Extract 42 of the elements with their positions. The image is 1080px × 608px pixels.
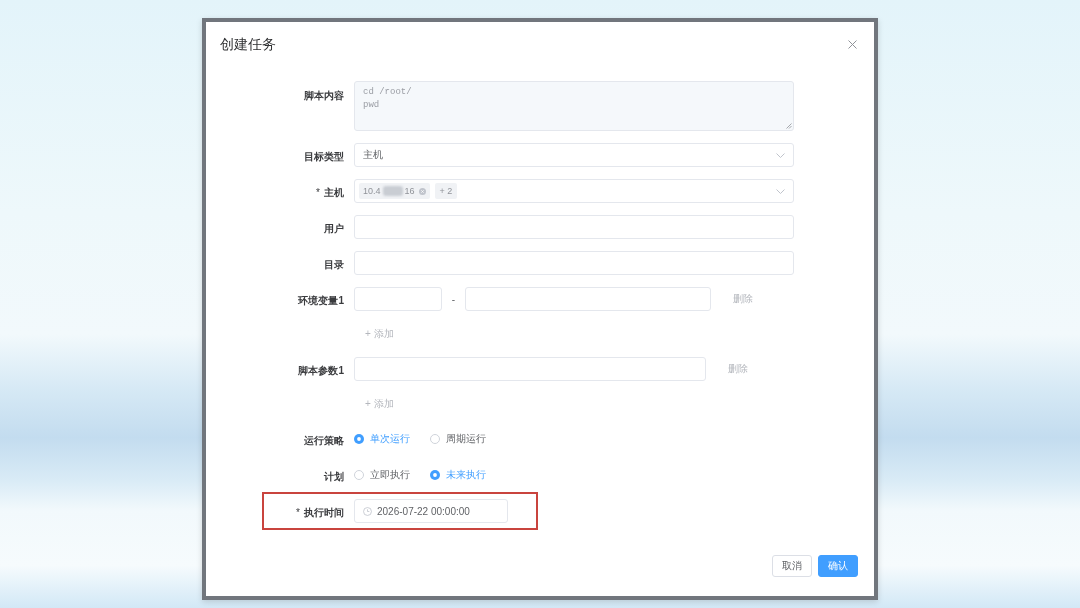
field-label: 运行策略 <box>304 435 344 446</box>
tag-text: 16 <box>404 185 415 198</box>
close-icon[interactable] <box>848 39 857 49</box>
radio-button[interactable] <box>354 434 364 444</box>
radio-label[interactable]: 单次运行 <box>370 432 410 446</box>
chevron-down-icon <box>776 188 785 194</box>
delete-link[interactable]: 删除 <box>733 292 753 306</box>
field-label: 目录 <box>324 259 344 270</box>
delete-link[interactable]: 删除 <box>728 362 748 376</box>
radio-label[interactable]: 未来执行 <box>446 468 486 482</box>
text-input[interactable] <box>354 215 794 239</box>
key-input[interactable] <box>354 287 442 311</box>
radio-button[interactable] <box>354 470 364 480</box>
field-label: 脚本参数1 <box>298 365 344 376</box>
radio-button[interactable] <box>430 434 440 444</box>
field-label: * 主机 <box>316 187 344 198</box>
cancel-button[interactable]: 取消 <box>772 555 812 577</box>
dialog-title: 创建任务 <box>220 35 276 54</box>
clock-icon <box>363 506 372 516</box>
confirm-button[interactable]: 确认 <box>818 555 858 577</box>
datetime-picker[interactable]: 2026-07-22 00:00:00 <box>354 499 508 523</box>
more-count-tag: + 2 <box>434 183 458 199</box>
add-link[interactable]: + 添加 <box>362 327 397 341</box>
tag-close-icon[interactable] <box>418 187 426 195</box>
radio-label[interactable]: 立即执行 <box>370 468 410 482</box>
field-label: 用户 <box>324 223 344 234</box>
field-label: 目标类型 <box>304 151 344 162</box>
tag-text: 10.4 <box>363 185 381 198</box>
field-label: * 执行时间 <box>296 507 344 518</box>
field-label: 计划 <box>324 471 344 482</box>
host-select[interactable]: 10.4 16 + 2 <box>354 179 794 203</box>
value-input[interactable] <box>465 287 711 311</box>
radio-label[interactable]: 周期运行 <box>446 432 486 446</box>
add-link[interactable]: + 添加 <box>362 397 397 411</box>
separator-text: - <box>450 293 457 305</box>
radio-button[interactable] <box>430 470 440 480</box>
field-label: 脚本内容 <box>304 90 344 101</box>
field-label: 环境变量1 <box>298 295 344 306</box>
select-field[interactable]: 主机 <box>354 143 794 167</box>
chevron-down-icon <box>776 152 785 158</box>
text-input[interactable] <box>354 251 794 275</box>
text-input[interactable] <box>354 357 706 381</box>
